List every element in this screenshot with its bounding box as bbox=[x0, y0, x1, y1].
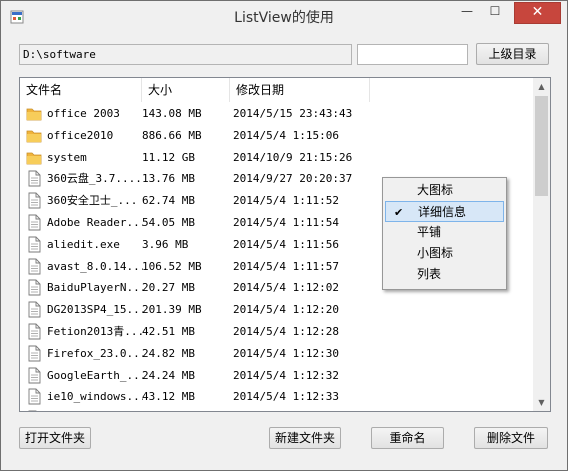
file-icon bbox=[28, 170, 41, 187]
list-item[interactable]: Firefox_23.0... 24.82 MB 2014/5/4 1:12:30 bbox=[20, 343, 532, 365]
list-item[interactable]: Fetion2013青... 42.51 MB 2014/5/4 1:12:28 bbox=[20, 321, 532, 343]
rename-button[interactable]: 重命名 bbox=[371, 427, 444, 449]
check-icon: ✔ bbox=[394, 206, 404, 219]
menu-item-details[interactable]: ✔ 详细信息 bbox=[385, 201, 504, 222]
column-header-name[interactable]: 文件名 bbox=[20, 78, 142, 102]
minimize-button[interactable]: — bbox=[454, 2, 480, 22]
file-modified-date: 2014/5/4 1:12:30 bbox=[233, 346, 339, 360]
file-icon bbox=[28, 214, 41, 231]
list-header: 文件名 大小 修改日期 bbox=[20, 78, 532, 102]
folder-icon bbox=[26, 152, 42, 164]
folder-icon bbox=[26, 108, 42, 121]
file-modified-date: 2014/5/15 23:43:43 bbox=[233, 107, 353, 120]
file-modified-date: 2014/5/4 1:11:57 bbox=[233, 259, 339, 273]
file-size: 8.05 MB bbox=[142, 408, 230, 411]
file-icon bbox=[28, 323, 41, 340]
file-name: DG2013SP4_15... bbox=[47, 303, 143, 317]
list-item[interactable]: kuwo2012.exe8.05 MB2014/5/3 0:37:52 bbox=[20, 408, 532, 411]
file-name: avast_8.0.14... bbox=[47, 259, 143, 273]
file-size: 886.66 MB bbox=[142, 128, 202, 142]
menu-item-tile[interactable]: 平铺 bbox=[385, 222, 504, 243]
file-icon bbox=[28, 345, 41, 362]
menu-item-list[interactable]: 列表 bbox=[385, 264, 504, 285]
file-icon bbox=[28, 236, 41, 253]
file-size: 11.12 GB bbox=[142, 150, 195, 164]
file-modified-date: 2014/5/4 1:12:32 bbox=[233, 368, 339, 382]
file-icon bbox=[28, 192, 41, 209]
vertical-scrollbar[interactable]: ▲ ▼ bbox=[533, 78, 550, 411]
file-size: 62.74 MB bbox=[142, 194, 195, 208]
list-item[interactable]: ie10_windows... 43.12 MB 2014/5/4 1:12:33 bbox=[20, 386, 532, 408]
file-name: Fetion2013青... bbox=[47, 324, 143, 338]
file-modified-date: 2014/10/9 21:15:26 bbox=[233, 150, 353, 164]
file-size: 143.08 MB bbox=[142, 107, 202, 120]
list-item[interactable]: GoogleEarth_... 24.24 MB 2014/5/4 1:12:32 bbox=[20, 365, 532, 387]
file-name: office 2003 bbox=[47, 107, 120, 120]
file-modified-date: 2014/5/4 1:12:28 bbox=[233, 324, 339, 338]
file-modified-date: 2014/5/4 1:11:54 bbox=[233, 215, 339, 229]
file-size: 20.27 MB bbox=[142, 281, 195, 295]
file-icon bbox=[28, 367, 41, 384]
parent-directory-button[interactable]: 上级目录 bbox=[476, 43, 549, 65]
view-context-menu: 大图标 ✔ 详细信息 平铺 小图标 列表 bbox=[382, 177, 507, 290]
file-modified-date: 2014/5/4 1:12:20 bbox=[233, 303, 339, 317]
list-item[interactable]: office 2003 143.08 MB 2014/5/15 23:43:43 bbox=[20, 103, 532, 125]
scroll-thumb[interactable] bbox=[535, 96, 548, 196]
file-icon bbox=[28, 301, 41, 318]
main-window: ListView的使用 — ☐ ✕ D:\software 上级目录 文件名 大… bbox=[0, 0, 568, 471]
file-name: Adobe Reader... bbox=[47, 215, 143, 229]
file-icon bbox=[28, 388, 41, 405]
file-size: 201.39 MB bbox=[142, 303, 202, 317]
file-modified-date: 2014/5/3 0:37:52 bbox=[233, 408, 383, 411]
open-folder-button[interactable]: 打开文件夹 bbox=[19, 427, 91, 449]
file-size: 106.52 MB bbox=[142, 259, 202, 273]
file-modified-date: 2014/5/4 1:11:52 bbox=[233, 194, 339, 208]
close-button[interactable]: ✕ bbox=[514, 2, 561, 24]
new-folder-button[interactable]: 新建文件夹 bbox=[269, 427, 341, 449]
file-name: 360安全卫士_... bbox=[47, 194, 138, 208]
scroll-up-arrow-icon[interactable]: ▲ bbox=[533, 78, 550, 95]
path-field[interactable]: D:\software bbox=[19, 44, 352, 65]
file-icon bbox=[28, 258, 41, 275]
menu-item-small-icons[interactable]: 小图标 bbox=[385, 243, 504, 264]
maximize-button[interactable]: ☐ bbox=[482, 2, 508, 22]
folder-icon bbox=[26, 130, 42, 143]
file-name: 360云盘_3.7.... bbox=[47, 172, 142, 186]
file-modified-date: 2014/9/27 20:20:37 bbox=[233, 172, 353, 186]
file-modified-date: 2014/5/4 1:12:33 bbox=[233, 390, 339, 404]
file-size: 43.12 MB bbox=[142, 390, 195, 404]
file-size: 54.05 MB bbox=[142, 215, 195, 229]
search-input[interactable] bbox=[357, 44, 468, 65]
file-modified-date: 2014/5/4 1:12:02 bbox=[233, 281, 339, 295]
scroll-down-arrow-icon[interactable]: ▼ bbox=[533, 394, 550, 411]
menu-item-large-icons[interactable]: 大图标 bbox=[385, 180, 504, 201]
file-name: system bbox=[47, 150, 87, 164]
file-name: office2010 bbox=[47, 128, 114, 142]
column-header-date[interactable]: 修改日期 bbox=[230, 78, 370, 102]
file-name: ie10_windows... bbox=[47, 390, 143, 404]
file-icon bbox=[28, 279, 41, 296]
title-bar[interactable]: ListView的使用 — ☐ ✕ bbox=[1, 1, 567, 32]
list-item[interactable]: office2010 886.66 MB 2014/5/4 1:15:06 bbox=[20, 125, 532, 147]
file-size: 3.96 MB bbox=[142, 237, 189, 251]
file-size: 24.82 MB bbox=[142, 346, 195, 360]
file-size: 13.76 MB bbox=[142, 172, 195, 186]
file-name: Firefox_23.0... bbox=[47, 346, 143, 360]
file-modified-date: 2014/5/4 1:15:06 bbox=[233, 128, 339, 142]
file-name: kuwo2012.exe bbox=[47, 408, 143, 411]
file-name: GoogleEarth_... bbox=[47, 368, 143, 382]
file-size: 24.24 MB bbox=[142, 368, 195, 382]
list-item[interactable]: DG2013SP4_15... 201.39 MB 2014/5/4 1:12:20 bbox=[20, 299, 532, 321]
client-area: D:\software 上级目录 文件名 大小 修改日期 office 2003… bbox=[9, 32, 560, 462]
file-size: 42.51 MB bbox=[142, 324, 195, 338]
file-name: aliedit.exe bbox=[47, 237, 120, 251]
file-icon bbox=[28, 410, 37, 411]
column-header-size[interactable]: 大小 bbox=[142, 78, 230, 102]
file-modified-date: 2014/5/4 1:11:56 bbox=[233, 237, 339, 251]
list-item[interactable]: system 11.12 GB 2014/10/9 21:15:26 bbox=[20, 147, 532, 169]
file-name: BaiduPlayerN... bbox=[47, 281, 143, 295]
delete-file-button[interactable]: 删除文件 bbox=[474, 427, 548, 449]
